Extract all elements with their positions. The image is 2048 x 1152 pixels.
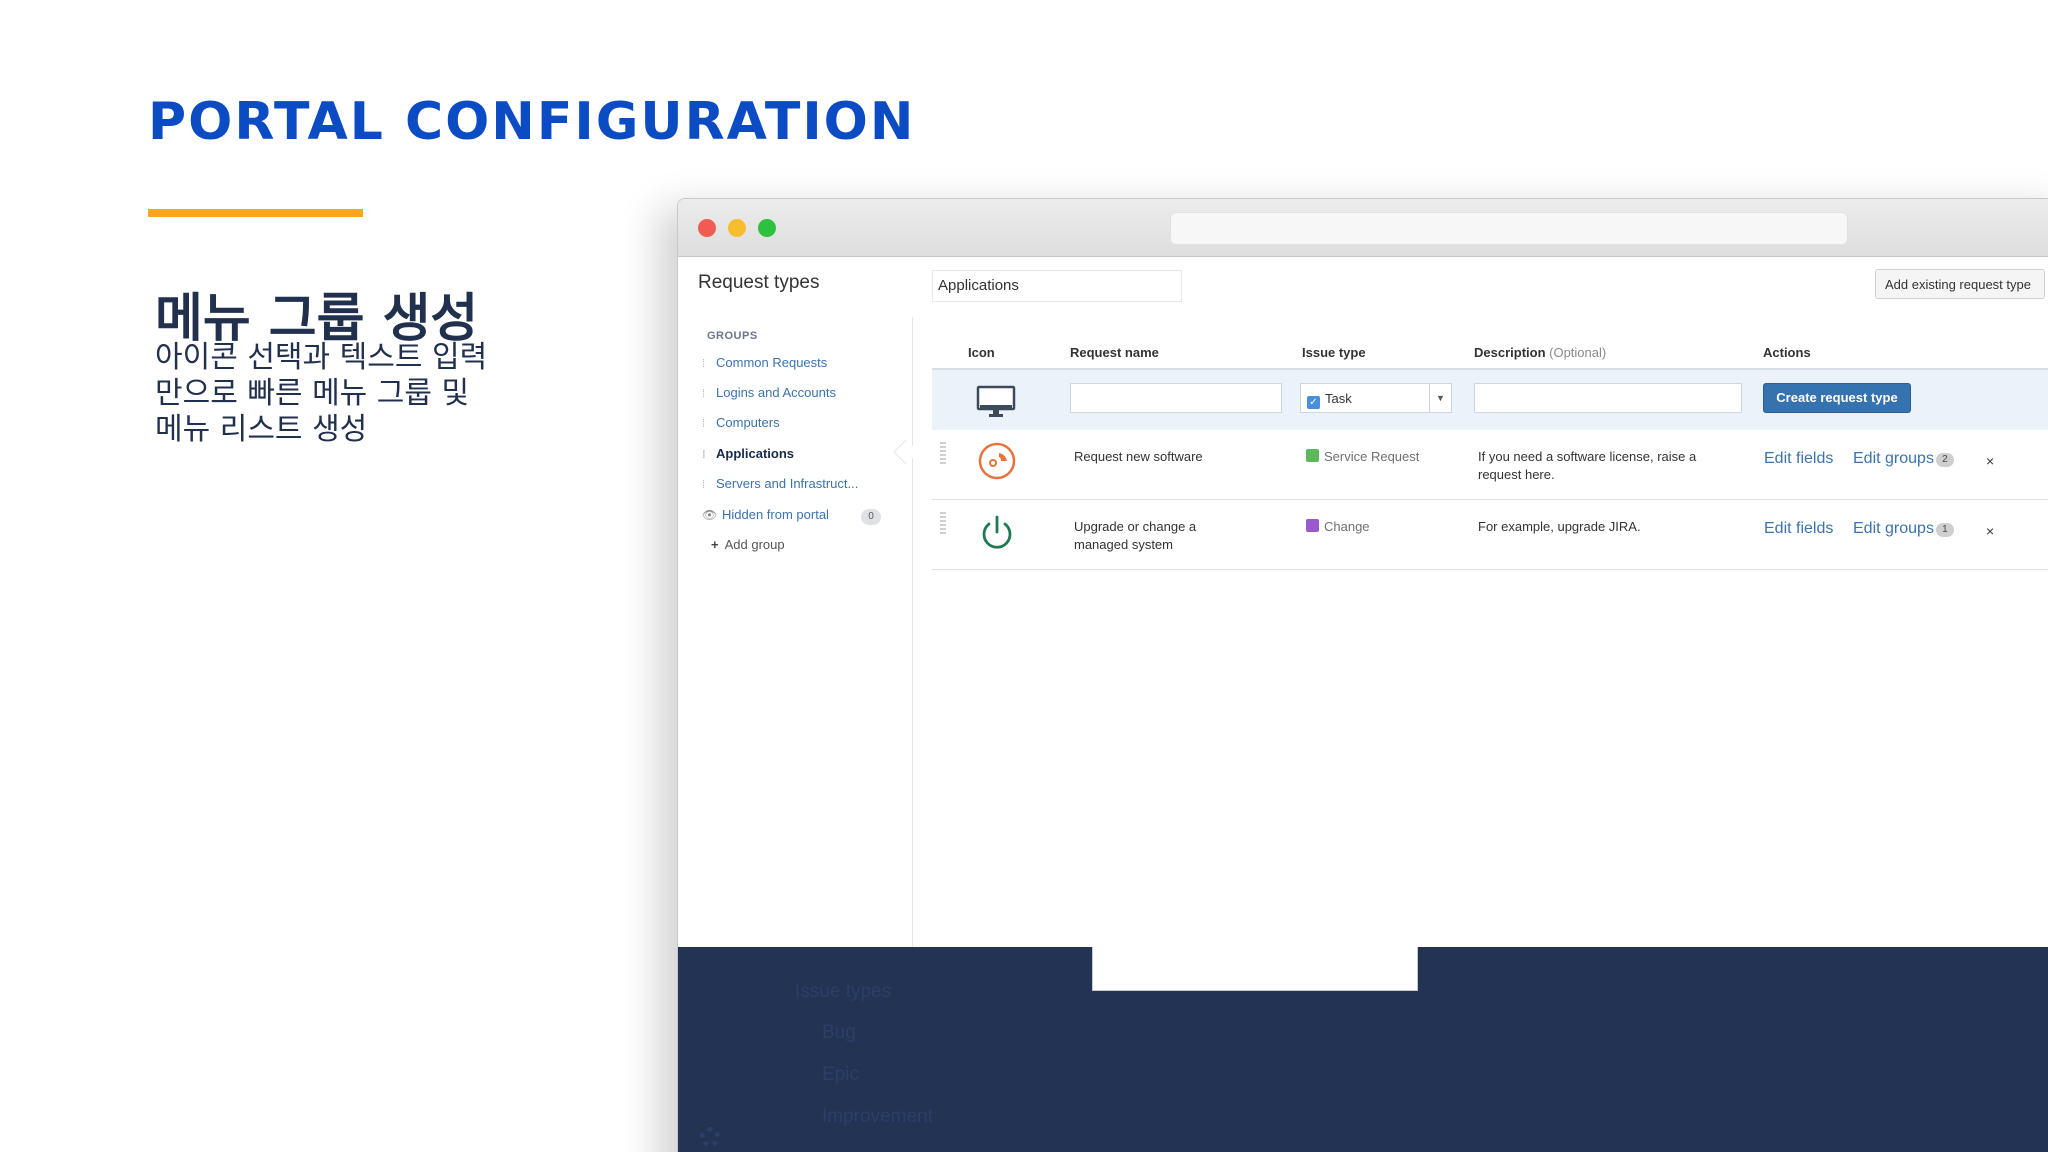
groups-count-badge: 1 [1935,523,1954,537]
feature-description: 아이콘 선택과 텍스트 입력 만으로 빠른 메뉴 그룹 및 메뉴 리스트 생성 [155,340,535,448]
add-group-link[interactable]: + Add group [711,537,785,552]
row-drag-handle[interactable] [940,442,946,464]
gear-icon [700,1127,720,1147]
issue-type-label: Service Request [1324,449,1420,464]
request-name: Upgrade or change a managed system [1074,519,1197,552]
delete-row-button[interactable]: × [1986,523,1994,539]
service-request-icon [1306,449,1319,462]
issue-type-cell: Service Request [1306,448,1456,466]
overlay-notch [1092,947,1418,991]
software-disc-icon[interactable] [977,441,1017,481]
sidebar-group-logins-and-accounts[interactable]: ⁞ Logins and Accounts [702,385,836,405]
edit-groups-link[interactable]: Edit groups 2 [1853,450,1954,468]
group-label: Logins and Accounts [716,385,836,400]
page-title: Request types [698,272,820,293]
request-name: Request new software [1074,449,1203,464]
group-label: Common Requests [716,355,828,370]
sidebar-divider [912,317,913,947]
plus-icon: + [711,537,719,552]
group-name-input[interactable]: Applications [932,270,1182,302]
active-group-pointer [893,439,919,465]
request-description: For example, upgrade JIRA. [1478,519,1641,534]
minimize-window-button[interactable] [728,219,746,237]
create-request-type-button[interactable]: Create request type [1763,383,1911,413]
edit-groups-label: Edit groups [1853,520,1934,537]
task-checkbox-icon: ✓ [1307,396,1320,409]
groups-count-badge: 2 [1935,453,1954,467]
column-header-request-name: Request name [1070,345,1159,360]
sidebar-group-computers[interactable]: ⁞ Computers [702,415,780,435]
column-header-actions: Actions [1763,345,1811,360]
groups-heading: GROUPS [707,330,758,342]
drag-handle-icon[interactable]: ⁞ [702,358,710,370]
description-header-label: Description [1474,345,1546,360]
edit-fields-link[interactable]: Edit fields [1764,450,1833,468]
overlay-item: Epic [822,1064,859,1085]
description-input[interactable] [1474,383,1742,413]
drag-handle-icon[interactable]: ⁞ [702,479,710,491]
slide-title: PORTAL CONFIGURATION [148,92,916,152]
issue-type-cell: Change [1306,518,1456,536]
request-description: If you need a software license, raise a … [1478,449,1697,482]
delete-row-button[interactable]: × [1986,453,1994,469]
issue-type-label: Change [1324,519,1370,534]
overlay-item: Improvement [822,1106,933,1127]
overlay-item: Bug [822,1022,856,1043]
edit-groups-label: Edit groups [1853,450,1934,467]
sidebar-group-common-requests[interactable]: ⁞ Common Requests [702,355,827,375]
address-bar[interactable] [1170,212,1848,245]
hidden-eye-icon: 👁 [702,508,718,522]
sidebar-group-servers-and-infrastructure[interactable]: ⁞ Servers and Infrastruct... [702,476,858,496]
column-header-icon: Icon [968,345,995,360]
hidden-label: Hidden from portal [722,507,829,522]
group-label: Servers and Infrastruct... [716,476,859,491]
monitor-icon[interactable] [976,385,1016,419]
group-label: Applications [716,446,795,461]
issue-type-value: Task [1325,391,1352,406]
request-name-input[interactable] [1070,383,1282,413]
column-header-issue-type: Issue type [1302,345,1366,360]
chevron-down-icon[interactable]: ▼ [1429,384,1451,412]
browser-titlebar [678,199,2048,257]
description-line: 아이콘 선택과 텍스트 입력 [155,340,488,375]
hidden-count-badge: 0 [861,509,881,525]
optional-note: (Optional) [1549,345,1607,360]
edit-groups-link[interactable]: Edit groups 1 [1853,520,1954,538]
maximize-window-button[interactable] [758,219,776,237]
overlay-heading: Issue types [795,981,892,1002]
drag-handle-icon[interactable]: ⁞ [702,388,710,400]
description-line: 만으로 빠른 메뉴 그룹 및 [155,376,470,411]
description-line: 메뉴 리스트 생성 [155,412,368,447]
close-window-button[interactable] [698,219,716,237]
drag-handle-icon[interactable]: ⁞ [702,449,710,461]
add-existing-request-type-button[interactable]: Add existing request type [1875,269,2045,299]
group-label: Computers [716,415,780,430]
change-icon [1306,519,1319,532]
edit-fields-link[interactable]: Edit fields [1764,520,1833,538]
title-accent-rule [148,209,363,217]
issue-type-select[interactable]: ✓ Task ▼ [1300,383,1452,413]
sidebar-group-applications[interactable]: ⁞ Applications [702,446,794,466]
row-drag-handle[interactable] [940,512,946,534]
drag-handle-icon[interactable]: ⁞ [702,418,710,430]
power-icon[interactable] [977,513,1017,553]
add-group-label: Add group [724,537,785,552]
sidebar-hidden-from-portal[interactable]: 👁 Hidden from portal [702,507,829,522]
browser-window: Request types Applications Add existing … [677,198,2048,1152]
column-header-description: Description (Optional) [1474,345,1606,360]
